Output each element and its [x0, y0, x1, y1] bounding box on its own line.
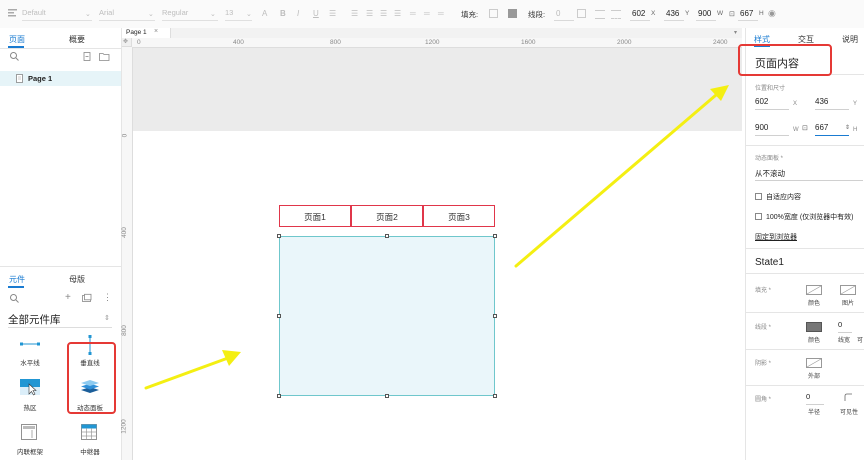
- annotation-arrows: [144, 85, 729, 390]
- arrow-to-canvas-panel: [144, 350, 241, 390]
- arrow-to-widget-name: [514, 85, 729, 268]
